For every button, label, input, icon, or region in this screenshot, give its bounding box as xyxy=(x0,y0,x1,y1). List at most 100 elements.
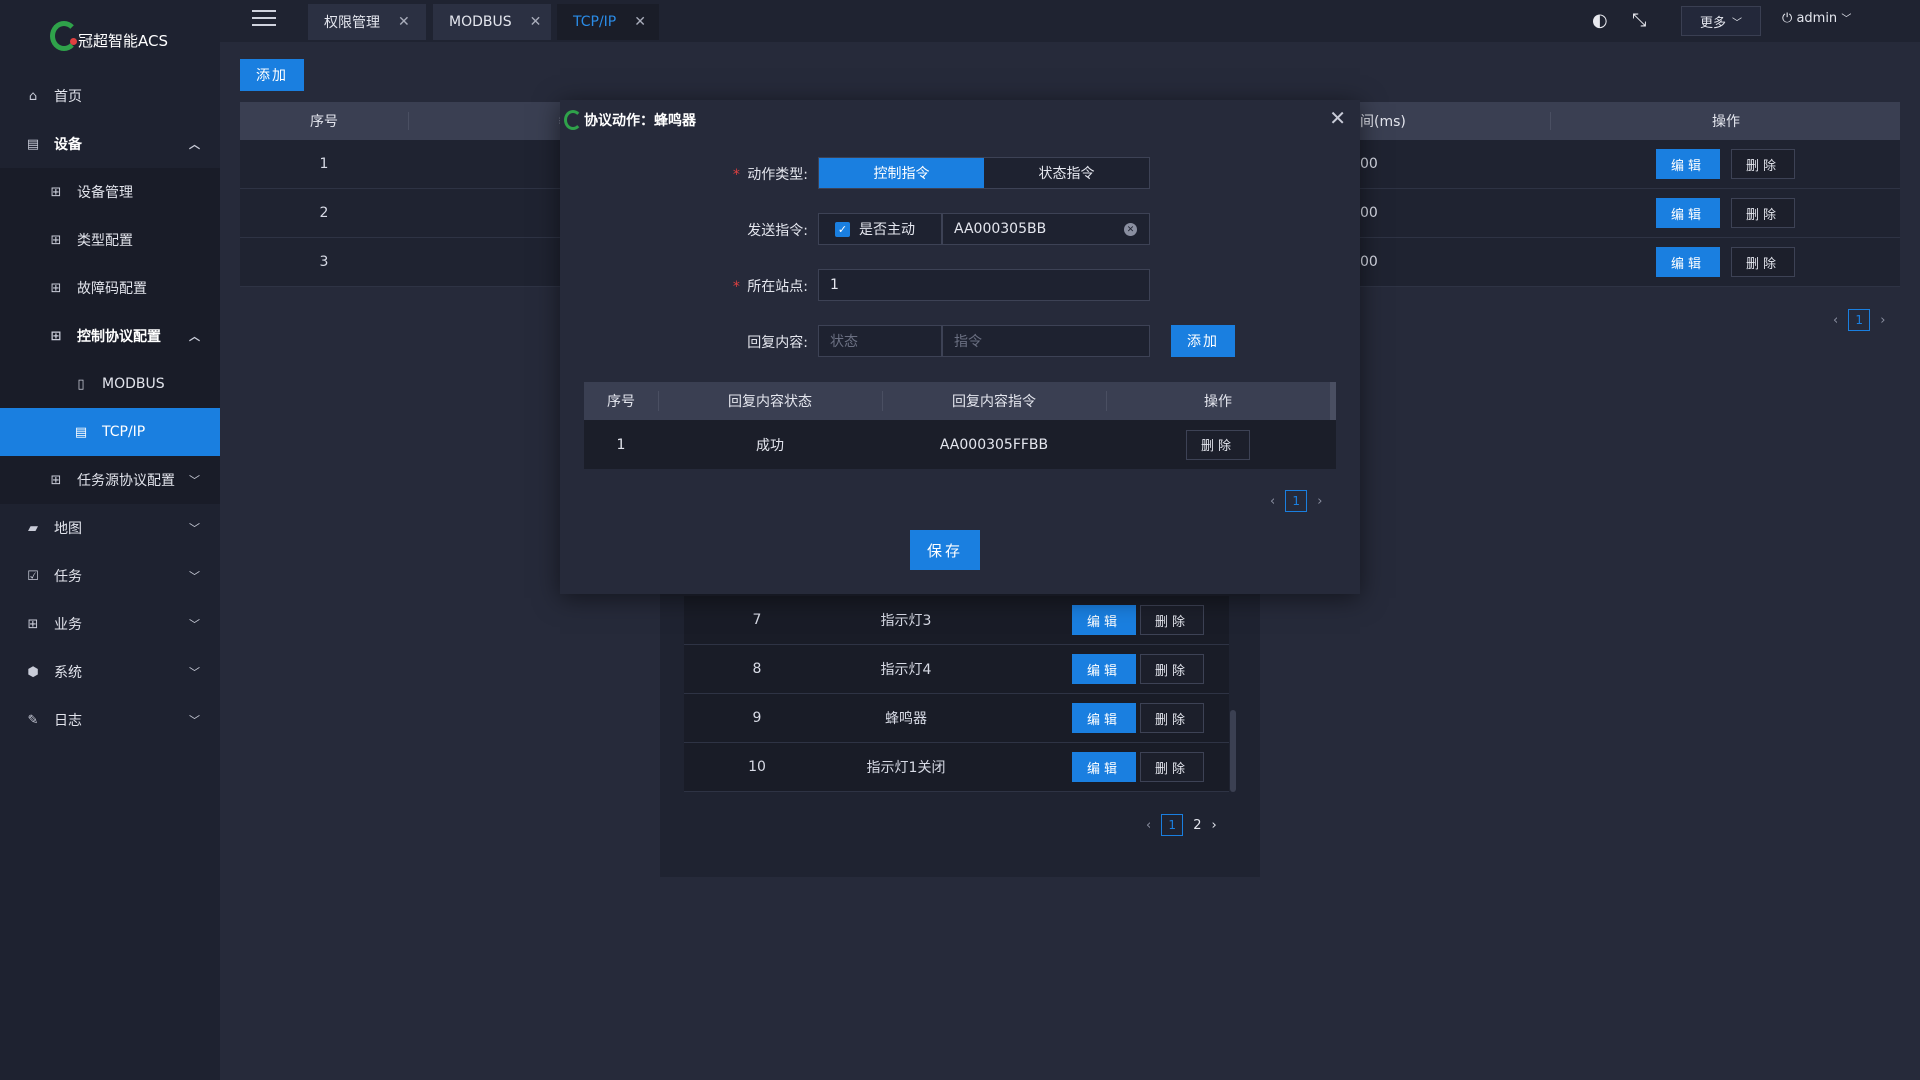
tab-modbus[interactable]: MODBUS ✕ xyxy=(433,4,551,40)
action-type-status-option[interactable]: 状态指令 xyxy=(984,158,1149,188)
send-cmd-value: AA000305BB xyxy=(954,221,1047,237)
next-page-icon[interactable]: › xyxy=(1880,313,1885,328)
topbar: 权限管理 ✕ MODBUS ✕ TCP/IP ✕ ◐ ⤡ xyxy=(220,0,1920,42)
reply-cmd-placeholder: 指令 xyxy=(954,334,982,350)
sidebar-item-tcpip[interactable]: ▤ TCP/IP xyxy=(0,408,220,456)
prev-page-icon[interactable]: ‹ xyxy=(1146,818,1151,833)
sidebar-item-device[interactable]: ▤ 设备 ︿ xyxy=(0,120,220,168)
reply-table: 序号 回复内容状态 回复内容指令 操作 1 成功 AA000305FFBB 删除 xyxy=(584,382,1336,469)
sidebar-item-home[interactable]: ⌂ 首页 xyxy=(0,72,220,120)
delete-button[interactable]: 删除 xyxy=(1140,605,1204,635)
reply-status-input[interactable]: 状态 xyxy=(818,325,942,357)
delete-button[interactable]: 删除 xyxy=(1140,654,1204,684)
chevron-down-icon: ﹀ xyxy=(189,570,200,583)
sidebar-item-business[interactable]: ⊞ 业务 ﹀ xyxy=(0,600,220,648)
checkbox-icon: ☑ xyxy=(27,568,39,584)
reply-cmd-input[interactable]: 指令 xyxy=(942,325,1150,357)
menu-toggle-icon[interactable] xyxy=(252,10,276,30)
list-row: 10 指示灯1关闭 编辑 删除 xyxy=(684,743,1229,792)
fullscreen-exit-icon[interactable]: ⤡ xyxy=(1632,10,1654,32)
reply-status-placeholder: 状态 xyxy=(830,334,858,350)
close-icon[interactable]: ✕ xyxy=(530,14,542,30)
sidebar-item-modbus[interactable]: ▯ MODBUS xyxy=(0,360,220,408)
station-input[interactable]: 1 xyxy=(818,269,1150,301)
sidebar-item-system[interactable]: ⬢ 系统 ﹀ xyxy=(0,648,220,696)
reply-label: 回复内容: xyxy=(747,335,808,351)
send-cmd-input[interactable]: AA000305BB ✕ xyxy=(942,213,1150,245)
sidebar-item-label: 任务 xyxy=(54,569,82,585)
sidebar-item-fault-code-config[interactable]: ⊞ 故障码配置 xyxy=(0,264,220,312)
sidebar-item-label: 系统 xyxy=(54,665,82,681)
document-icon: ▤ xyxy=(74,424,88,440)
sidebar-item-map[interactable]: ▰ 地图 ﹀ xyxy=(0,504,220,552)
sidebar-item-log[interactable]: ✎ 日志 ﹀ xyxy=(0,696,220,744)
page-number[interactable]: 1 xyxy=(1161,814,1184,836)
column-header-time: 间(ms) xyxy=(1360,114,1406,130)
sidebar-item-label: 日志 xyxy=(54,713,82,729)
page-number[interactable]: 1 xyxy=(1285,490,1308,512)
check-icon: ✓ xyxy=(835,221,850,237)
sidebar-item-label: 地图 xyxy=(54,521,82,537)
page-number[interactable]: 1 xyxy=(1848,309,1871,331)
save-button[interactable]: 保存 xyxy=(910,530,980,570)
reply-pagination: ‹ 1 › xyxy=(1270,490,1322,512)
next-page-icon[interactable]: › xyxy=(1211,818,1216,833)
cell-name: 指示灯3 xyxy=(880,613,932,629)
tab-tcpip[interactable]: TCP/IP ✕ xyxy=(557,4,659,40)
close-icon[interactable]: ✕ xyxy=(398,14,410,30)
send-cmd-label: 发送指令: xyxy=(747,223,808,239)
edit-button[interactable]: 编辑 xyxy=(1072,703,1136,733)
sidebar-item-device-management[interactable]: ⊞ 设备管理 xyxy=(0,168,220,216)
cell-name: 指示灯4 xyxy=(880,662,932,678)
cell-index: 7 xyxy=(752,612,762,628)
active-checkbox[interactable]: ✓ 是否主动 xyxy=(818,213,942,245)
theme-toggle-icon[interactable]: ◐ xyxy=(1592,10,1614,32)
delete-button[interactable]: 删除 xyxy=(1140,752,1204,782)
thermometer-icon: ▯ xyxy=(77,376,85,392)
next-page-icon[interactable]: › xyxy=(1317,494,1322,509)
user-menu[interactable]: ⏻ admin ﹀ xyxy=(1782,10,1851,26)
sidebar: 冠超智能ACS ⌂ 首页 ▤ 设备 ︿ ⊞ 设备管理 ⊞ 类型配置 ⊞ 故障码配… xyxy=(0,0,220,1080)
edit-button[interactable]: 编辑 xyxy=(1072,605,1136,635)
delete-button[interactable]: 删除 xyxy=(1731,247,1795,277)
prev-page-icon[interactable]: ‹ xyxy=(1270,494,1275,509)
sidebar-item-label: 任务源协议配置 xyxy=(77,473,175,489)
grid-icon: ⊞ xyxy=(50,184,62,200)
delete-button[interactable]: 删除 xyxy=(1731,198,1795,228)
list-row: 8 指示灯4 编辑 删除 xyxy=(684,645,1229,694)
edit-button[interactable]: 编辑 xyxy=(1072,752,1136,782)
table-header: 序号 回复内容状态 回复内容指令 操作 xyxy=(584,382,1336,420)
tab-label: TCP/IP xyxy=(573,14,617,30)
chevron-down-icon: ﹀ xyxy=(1841,14,1852,25)
add-button[interactable]: 添加 xyxy=(240,59,304,91)
sidebar-item-task-source-protocol[interactable]: ⊞ 任务源协议配置 ﹀ xyxy=(0,456,220,504)
delete-button[interactable]: 删除 xyxy=(1140,703,1204,733)
action-type-control-option[interactable]: 控制指令 xyxy=(819,158,984,188)
sidebar-item-task[interactable]: ☑ 任务 ﹀ xyxy=(0,552,220,600)
delete-button[interactable]: 删除 xyxy=(1186,429,1250,460)
edit-button[interactable]: 编辑 xyxy=(1656,247,1720,277)
chevron-down-icon: ﹀ xyxy=(1732,17,1742,29)
label-text: 动作类型: xyxy=(747,167,808,183)
cell-index: 9 xyxy=(752,710,762,726)
sidebar-item-type-config[interactable]: ⊞ 类型配置 xyxy=(0,216,220,264)
cell-index: 10 xyxy=(748,759,766,775)
clear-icon[interactable]: ✕ xyxy=(1124,223,1137,236)
station-value: 1 xyxy=(830,277,839,293)
list-row: 9 蜂鸣器 编辑 删除 xyxy=(684,694,1229,743)
close-icon[interactable]: ✕ xyxy=(634,14,646,30)
close-icon[interactable]: ✕ xyxy=(1329,106,1346,130)
more-dropdown[interactable]: 更多 ﹀ xyxy=(1681,6,1761,36)
edit-button[interactable]: 编辑 xyxy=(1072,654,1136,684)
sidebar-item-control-protocol-config[interactable]: ⊞ 控制协议配置 ︿ xyxy=(0,312,220,360)
page-number[interactable]: 2 xyxy=(1193,818,1201,833)
grid-icon: ⊞ xyxy=(50,232,62,248)
delete-button[interactable]: 删除 xyxy=(1731,149,1795,179)
prev-page-icon[interactable]: ‹ xyxy=(1833,313,1838,328)
add-reply-button[interactable]: 添加 xyxy=(1171,325,1235,357)
edit-button[interactable]: 编辑 xyxy=(1656,149,1720,179)
gear-icon: ⬢ xyxy=(27,664,39,680)
scrollbar[interactable] xyxy=(1230,710,1236,792)
tab-permission[interactable]: 权限管理 ✕ xyxy=(308,4,426,40)
edit-button[interactable]: 编辑 xyxy=(1656,198,1720,228)
